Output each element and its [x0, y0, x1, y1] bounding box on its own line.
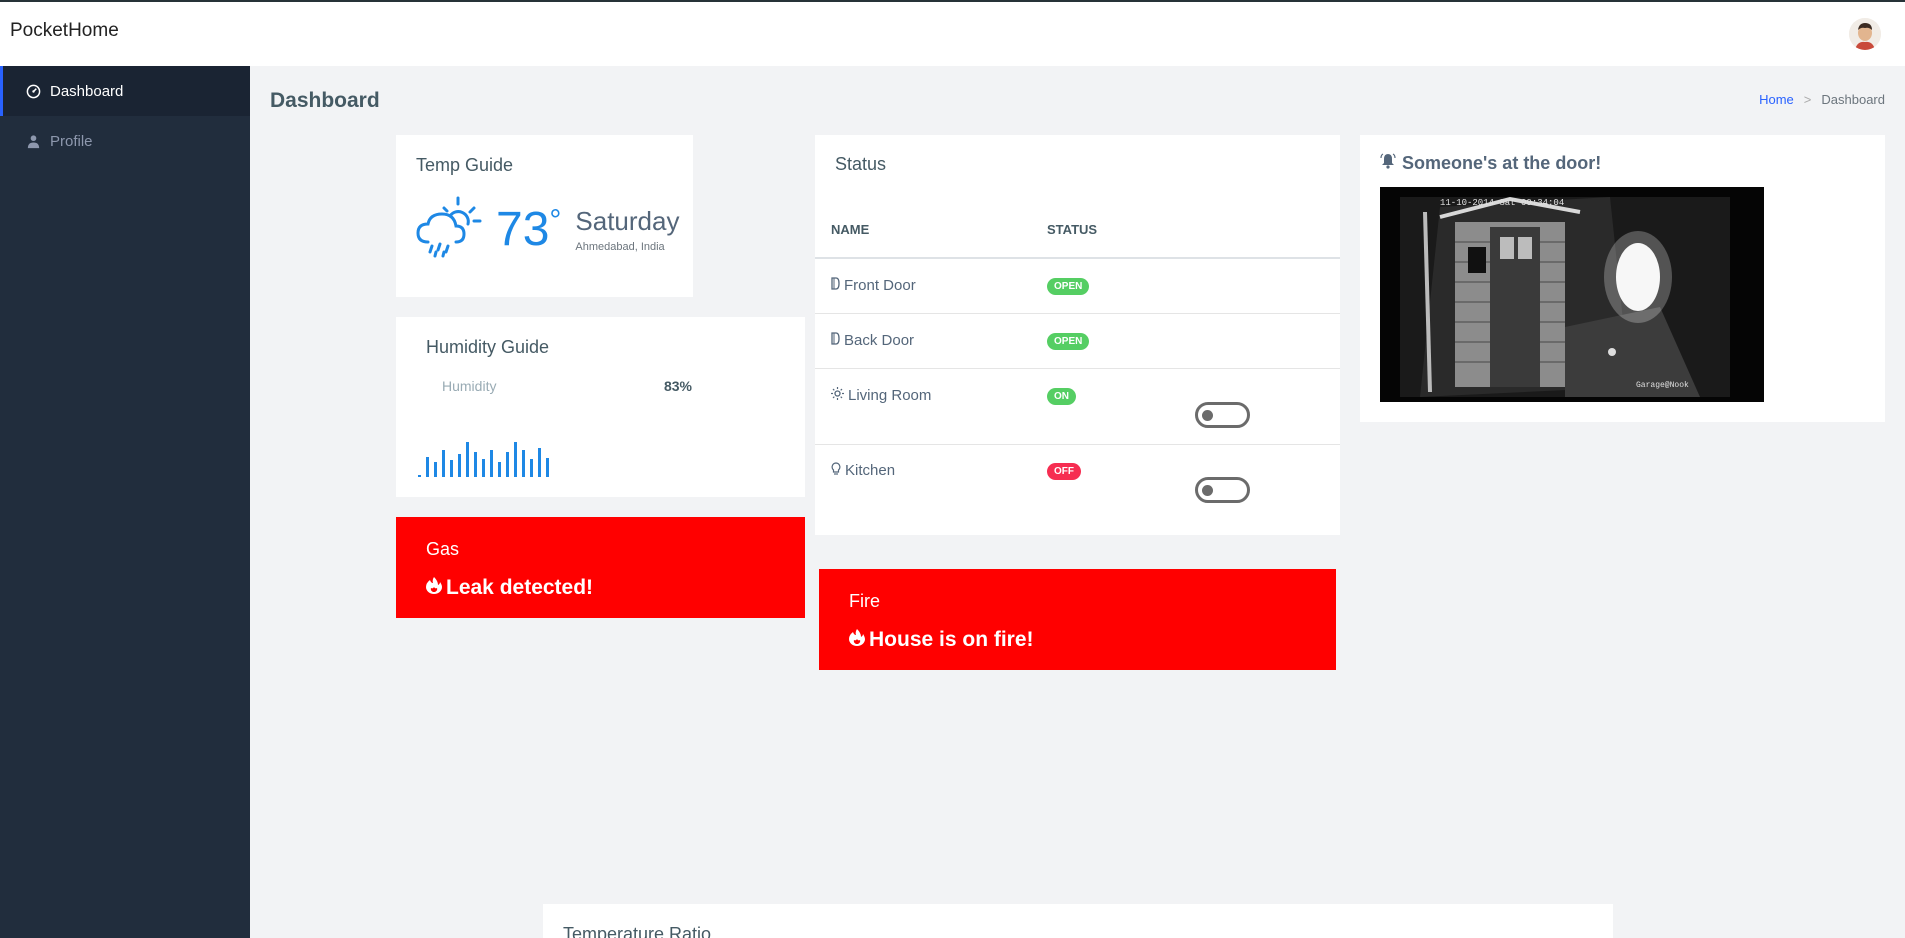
- row-name: Back Door: [844, 332, 915, 349]
- user-avatar[interactable]: [1849, 18, 1881, 50]
- door-card-title: Someone's at the door!: [1402, 153, 1602, 173]
- sun-bulb-icon: [831, 387, 844, 404]
- gas-alert-title: Gas: [426, 539, 460, 559]
- row-divider: [815, 368, 1340, 369]
- door-card: Someone's at the door! 11-10-2014 Sat 00…: [1360, 135, 1885, 422]
- weather-day: Saturday: [575, 206, 680, 236]
- living-room-toggle[interactable]: [1195, 402, 1250, 428]
- temperature-ratio-card: Temperature Ratio: [543, 904, 1613, 938]
- row-name: Front Door: [844, 277, 916, 294]
- row-divider: [815, 313, 1340, 314]
- row-name: Kitchen: [845, 462, 896, 479]
- status-badge: OFF: [1047, 463, 1081, 480]
- breadcrumb-current: Dashboard: [1821, 92, 1885, 107]
- humidity-sparkline: [418, 442, 549, 477]
- temperature-value: 73°: [496, 202, 562, 256]
- toggle-knob: [1202, 485, 1213, 496]
- column-header-name: NAME: [831, 222, 870, 237]
- table-header-divider: [815, 257, 1340, 259]
- gas-alert: Gas Leak detected!: [396, 517, 805, 618]
- temperature-ratio-title: Temperature Ratio: [563, 924, 712, 938]
- temp-guide-card: Temp Guide 73° Saturday Ahmedabad, India: [396, 135, 693, 297]
- humidity-guide-title: Humidity Guide: [426, 337, 550, 357]
- camera-timestamp: 11-10-2014 Sat 00:34:04: [1440, 198, 1564, 208]
- topbar: PocketHome: [0, 0, 1905, 66]
- sidebar-item-dashboard[interactable]: Dashboard: [0, 66, 250, 116]
- toggle-knob: [1202, 410, 1213, 421]
- breadcrumb-home-link[interactable]: Home: [1759, 92, 1794, 107]
- fire-icon: [426, 576, 442, 600]
- weather-location: Ahmedabad, India: [575, 241, 665, 253]
- status-badge: OPEN: [1047, 278, 1090, 295]
- user-icon: [26, 134, 50, 149]
- breadcrumb: Home > Dashboard: [1759, 92, 1885, 107]
- sidebar: Dashboard Profile: [0, 66, 250, 938]
- status-badge: ON: [1047, 388, 1076, 405]
- avatar-image: [1849, 18, 1881, 50]
- kitchen-toggle[interactable]: [1195, 477, 1250, 503]
- humidity-guide-card: Humidity Guide Humidity 83%: [396, 317, 805, 497]
- page-title: Dashboard: [270, 89, 380, 112]
- brand-title[interactable]: PocketHome: [10, 20, 119, 42]
- sidebar-item-label: Profile: [50, 132, 93, 150]
- door-camera-feed[interactable]: 11-10-2014 Sat 00:34:04 Garage@Nook: [1380, 187, 1764, 402]
- gauge-icon: [26, 84, 50, 99]
- status-card: Status NAME STATUS Front Door OPEN Back …: [815, 135, 1340, 535]
- fire-icon: [849, 628, 865, 652]
- humidity-value: 83%: [663, 378, 692, 394]
- fire-alert-message: House is on fire!: [869, 628, 1034, 651]
- bell-icon: [1380, 153, 1396, 174]
- sidebar-item-profile[interactable]: Profile: [0, 116, 250, 166]
- cloud-sun-rain-icon: [416, 194, 486, 265]
- fire-alert: Fire House is on fire!: [819, 569, 1336, 670]
- fire-alert-title: Fire: [849, 591, 880, 611]
- door-icon: [831, 332, 840, 349]
- status-title: Status: [835, 154, 887, 174]
- sidebar-item-label: Dashboard: [50, 82, 124, 100]
- breadcrumb-separator: >: [1803, 92, 1812, 107]
- camera-image: 11-10-2014 Sat 00:34:04 Garage@Nook: [1380, 187, 1764, 402]
- column-header-status: STATUS: [1047, 222, 1098, 237]
- door-icon: [831, 277, 840, 294]
- humidity-label: Humidity: [442, 378, 497, 394]
- camera-label: Garage@Nook: [1636, 381, 1689, 390]
- gas-alert-message: Leak detected!: [446, 576, 594, 599]
- temp-guide-title: Temp Guide: [416, 155, 514, 175]
- row-name: Living Room: [848, 387, 932, 404]
- status-badge: OPEN: [1047, 333, 1090, 350]
- row-divider: [815, 444, 1340, 445]
- bulb-icon: [831, 462, 841, 479]
